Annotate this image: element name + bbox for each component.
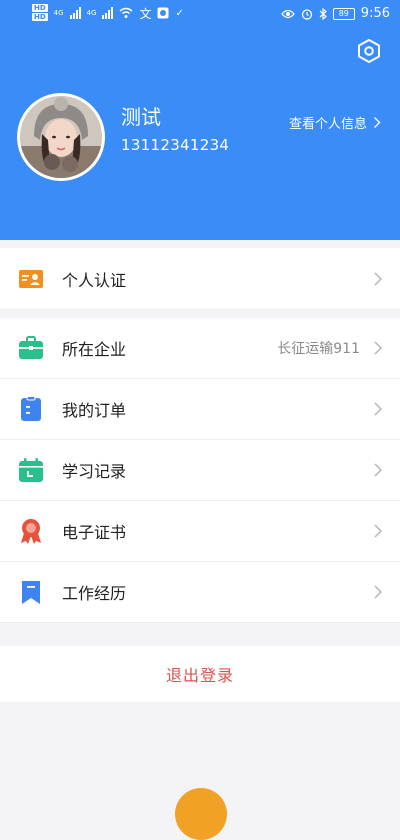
menu-label: 我的订单 [62,401,127,420]
signal-icon [102,7,114,19]
menu-label: 所在企业 [62,340,127,359]
section-gap [0,310,400,318]
company-name: 长征运输911 [277,341,360,357]
view-profile-label: 查看个人信息 [289,117,368,132]
network-label: 4G [53,9,64,17]
chevron-right-icon [374,585,383,599]
clock: 9:56 [360,6,390,21]
chevron-right-icon [374,402,383,416]
floating-action-button[interactable] [175,788,227,840]
chevron-right-icon [374,524,383,538]
status-bar: HD HD 4G 4G 文 ✓ 89 9:56 [0,0,400,30]
menu-item-personal-verification[interactable]: 个人认证 [0,248,400,310]
logout-button[interactable]: 退出登录 [0,646,400,702]
signal-icon [69,7,81,19]
menu-item-my-orders[interactable]: 我的订单 [0,379,400,440]
chevron-right-icon [374,463,383,477]
menu-item-company[interactable]: 所在企业 长征运输911 [0,318,400,379]
menu-list: 个人认证 所在企业 长征运输911 我的订单 学习记录 电子证书 工作经历 [0,248,400,623]
status-right: 89 9:56 [280,6,390,21]
hd-badge: HD [32,13,48,21]
weibo-icon: ✓ [175,7,184,19]
menu-item-learning-records[interactable]: 学习记录 [0,440,400,501]
briefcase-icon [19,336,43,359]
calendar-icon [19,458,43,482]
wifi-icon [119,7,133,18]
menu-label: 工作经历 [62,584,127,603]
medal-icon [21,519,41,544]
settings-hexagon-icon [358,39,380,63]
status-left: HD HD 4G 4G 文 ✓ [32,4,184,22]
translate-icon: 文 [139,6,152,21]
eye-icon [280,9,295,18]
avatar[interactable] [17,93,105,181]
menu-label: 学习记录 [62,462,127,481]
alarm-icon [301,8,312,20]
menu-label: 电子证书 [62,523,127,542]
order-clipboard-icon [21,396,41,421]
network-label: 4G [86,9,97,17]
chevron-right-icon [374,117,381,128]
avatar-photo [20,96,102,178]
menu-item-work-experience[interactable]: 工作经历 [0,562,400,623]
settings-button[interactable] [355,37,383,65]
app-notification-icon [157,7,169,19]
user-name: 测试 [121,105,161,129]
bookmark-icon [22,581,40,604]
hd-badge: HD [32,4,48,12]
battery-indicator: 89 [332,7,355,20]
chevron-right-icon [374,341,383,355]
chevron-right-icon [374,271,383,286]
view-profile-link[interactable]: 查看个人信息 [289,113,381,132]
user-phone: 13112341234 [121,136,230,154]
logout-label: 退出登录 [165,666,234,685]
bluetooth-icon [319,7,327,20]
menu-item-e-certificate[interactable]: 电子证书 [0,501,400,562]
id-card-icon [19,269,43,288]
hd-badges: HD HD [32,4,48,22]
menu-label: 个人认证 [62,270,127,290]
